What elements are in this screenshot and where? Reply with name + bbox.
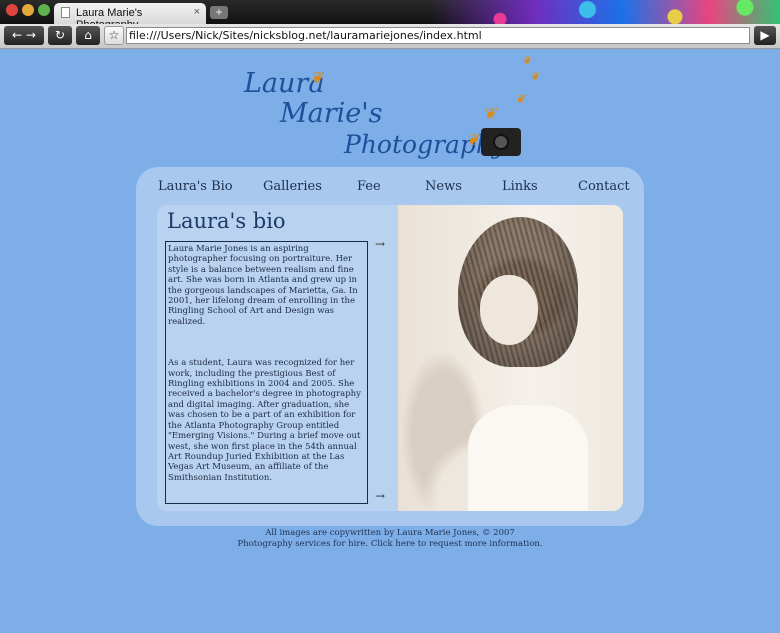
theme-decoration [430, 0, 780, 24]
main-navigation: Laura's Bio Galleries Fee News Links Con… [136, 179, 644, 199]
nav-links[interactable]: Links [502, 179, 538, 194]
close-window-button[interactable] [6, 4, 18, 16]
reload-button[interactable]: ↻ [48, 26, 72, 45]
camera-icon [481, 128, 521, 156]
window-titlebar: Laura Marie's Photography × + [0, 0, 780, 24]
logo-text-maries: Marie's [280, 98, 383, 129]
page-title: Laura's bio [167, 209, 286, 233]
services-link[interactable]: Photography services for hire. Click her… [0, 539, 780, 550]
back-forward-button[interactable]: ← → [4, 26, 44, 45]
bio-paragraph: As a student, Laura was recognized for h… [168, 358, 361, 483]
butterfly-icon: ❦ [310, 68, 324, 87]
site-logo[interactable]: Laura Marie's Photography ❦ ❦ ❦ ❦ ❦ ❦ [240, 54, 540, 166]
scroll-down-arrow-icon[interactable]: → [375, 489, 385, 503]
butterfly-icon: ❦ [522, 54, 532, 67]
butterfly-icon: ❦ [530, 70, 540, 83]
footer: All images are copywritten by Laura Mari… [0, 528, 780, 550]
nav-fee[interactable]: Fee [357, 179, 381, 194]
go-button[interactable]: ▶ [754, 26, 776, 45]
main-panel: Laura's Bio Galleries Fee News Links Con… [136, 167, 644, 526]
bookmark-star-icon[interactable]: ☆ [104, 26, 124, 45]
home-button[interactable]: ⌂ [76, 26, 100, 45]
butterfly-icon: ❦ [515, 92, 526, 106]
content-area: Laura's bio Laura Marie Jones is an aspi… [157, 205, 623, 511]
nav-news[interactable]: News [425, 179, 462, 194]
nav-contact[interactable]: Contact [578, 179, 630, 194]
portrait-photo [398, 205, 623, 511]
browser-tab[interactable]: Laura Marie's Photography × [54, 3, 206, 24]
address-bar[interactable]: file:///Users/Nick/Sites/nicksblog.net/l… [126, 27, 750, 44]
copyright-text: All images are copywritten by Laura Mari… [265, 528, 515, 538]
nav-galleries[interactable]: Galleries [263, 179, 322, 194]
butterfly-icon: ❦ [483, 104, 497, 123]
bio-text-box[interactable]: Laura Marie Jones is an aspiring photogr… [165, 241, 368, 504]
zoom-window-button[interactable] [38, 4, 50, 16]
nav-laura-bio[interactable]: Laura's Bio [158, 179, 233, 194]
scroll-up-arrow-icon[interactable]: → [375, 237, 385, 251]
tab-close-icon[interactable]: × [194, 6, 200, 18]
browser-toolbar: ← → ↻ ⌂ ☆ file:///Users/Nick/Sites/nicks… [0, 24, 780, 49]
tab-title: Laura Marie's Photography [76, 7, 143, 24]
minimize-window-button[interactable] [22, 4, 34, 16]
page-icon [61, 7, 70, 18]
new-tab-button[interactable]: + [210, 6, 228, 19]
butterfly-icon: ❦ [466, 130, 480, 149]
bio-paragraph: Laura Marie Jones is an aspiring photogr… [168, 244, 358, 327]
